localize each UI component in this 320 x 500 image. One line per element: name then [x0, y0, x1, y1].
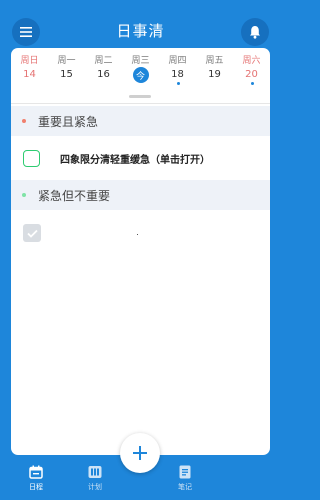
day-date: 18	[171, 69, 184, 80]
today-marker: 今	[132, 67, 149, 83]
task-item[interactable]: 四象限分清轻重缓急（单击打开）	[11, 138, 270, 178]
tab-notes[interactable]: 笔记	[165, 465, 205, 492]
day-date: 20	[245, 69, 258, 80]
section-label: 重要且紧急	[38, 114, 99, 129]
tab-label: 计划	[88, 483, 102, 491]
plus-icon	[133, 446, 147, 460]
day-name: 周三	[131, 56, 150, 66]
day-monday[interactable]: 周一 15	[48, 48, 85, 90]
calendar-icon	[29, 465, 43, 479]
day-name: 周四	[168, 56, 187, 66]
bell-icon	[250, 26, 260, 39]
task-checkbox[interactable]	[23, 149, 40, 167]
task-title: 四象限分清轻重缓急（单击打开）	[60, 154, 210, 166]
note-icon	[179, 465, 191, 479]
app-title: 日事清	[116, 22, 165, 40]
notification-button[interactable]	[241, 18, 269, 46]
day-name: 周六	[242, 56, 261, 66]
board-icon	[88, 466, 102, 478]
event-dot	[250, 82, 254, 85]
day-sunday[interactable]: 周日 14	[11, 48, 48, 90]
event-dot	[176, 82, 180, 85]
day-name: 周五	[205, 56, 224, 66]
day-friday[interactable]: 周五 19	[196, 48, 233, 90]
section-header-important-urgent: 重要且紧急	[11, 106, 270, 136]
drag-handle[interactable]	[129, 95, 151, 98]
task-item[interactable]	[11, 213, 270, 253]
day-date: 15	[60, 69, 73, 80]
app-header: 日事清	[0, 0, 281, 48]
day-date: 14	[23, 69, 36, 80]
bottom-tab-bar: 日程 计划 笔记	[0, 459, 281, 500]
day-saturday[interactable]: 周六 20	[233, 48, 270, 90]
day-name: 周日	[20, 56, 39, 66]
divider	[11, 103, 270, 104]
week-strip: 周日 14 周一 15 周二 16 周三 今 周四 18 周五 19 周六 20	[11, 48, 270, 90]
section-header-urgent-not-important: 紧急但不重要	[11, 180, 270, 210]
tab-label: 日程	[29, 483, 43, 491]
day-tuesday[interactable]: 周二 16	[85, 48, 122, 90]
day-name: 周一	[57, 56, 76, 66]
day-thursday[interactable]: 周四 18	[159, 48, 196, 90]
tab-plan[interactable]: 计划	[75, 465, 115, 492]
day-date: 19	[208, 69, 221, 80]
day-wednesday[interactable]: 周三 今	[122, 48, 159, 90]
day-date: 16	[97, 69, 110, 80]
tab-label: 笔记	[178, 483, 192, 491]
schedule-card: 周日 14 周一 15 周二 16 周三 今 周四 18 周五 19 周六 20	[11, 48, 270, 455]
section-label: 紧急但不重要	[38, 188, 111, 203]
day-name: 周二	[94, 56, 113, 66]
task-title-empty	[137, 234, 138, 235]
section-dot	[22, 119, 26, 123]
task-checkbox-checked[interactable]	[23, 224, 41, 242]
tab-schedule[interactable]: 日程	[16, 465, 56, 492]
section-dot	[22, 193, 26, 197]
check-icon	[26, 229, 38, 238]
